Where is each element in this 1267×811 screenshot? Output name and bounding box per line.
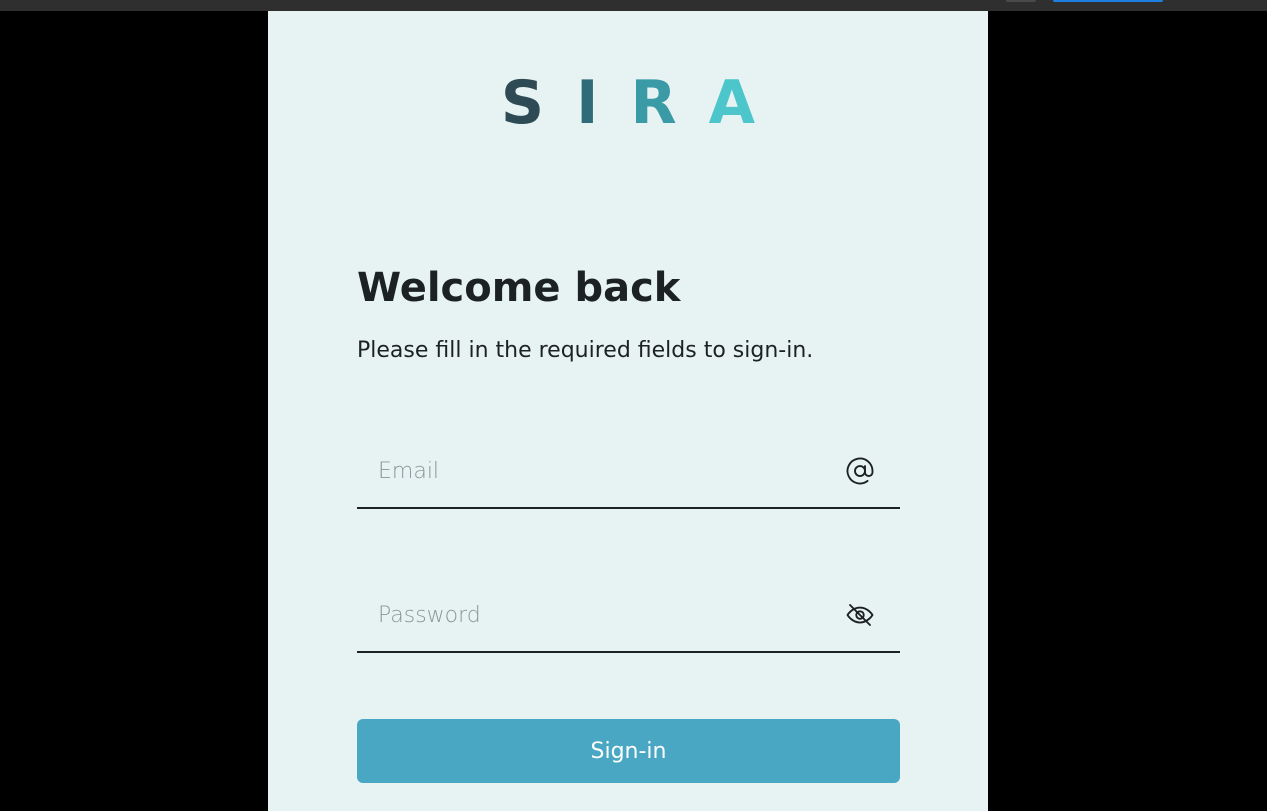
eye-slash-icon[interactable] xyxy=(844,599,876,631)
sign-in-button[interactable]: Sign-in xyxy=(357,719,900,783)
password-input[interactable] xyxy=(378,599,818,631)
logo-letter-s: S xyxy=(500,68,545,138)
sira-logo: SIRA xyxy=(268,68,988,138)
page-title: Welcome back xyxy=(357,265,681,311)
login-panel: SIRA Welcome back Please fill in the req… xyxy=(268,11,988,811)
top-bar-accent-button[interactable] xyxy=(1053,0,1163,2)
logo-letter-a: A xyxy=(708,68,756,138)
at-sign-icon xyxy=(844,455,876,487)
top-bar-tab[interactable] xyxy=(1006,0,1036,2)
logo-letter-i: I xyxy=(576,68,599,138)
email-input[interactable] xyxy=(378,455,818,487)
email-field xyxy=(357,443,900,509)
page-subtitle: Please fill in the required fields to si… xyxy=(357,338,814,363)
window-top-bar xyxy=(0,0,1267,11)
logo-letter-r: R xyxy=(630,68,677,138)
password-field xyxy=(357,587,900,653)
